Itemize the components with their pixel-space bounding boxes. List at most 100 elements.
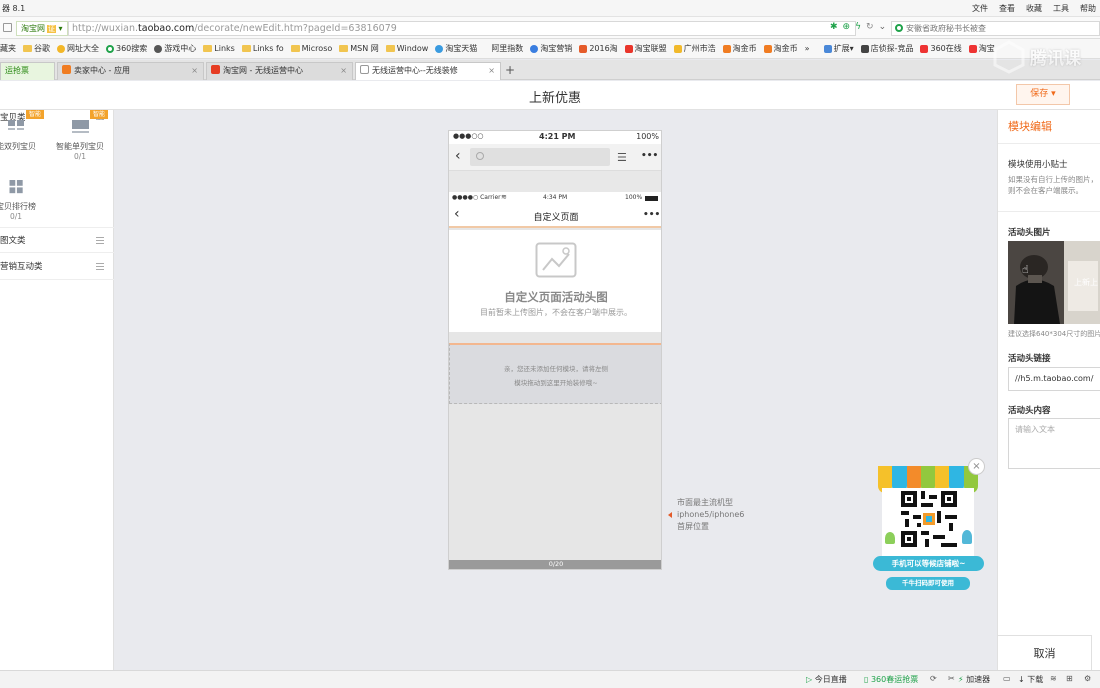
tab-ticket[interactable]: 运抢票 [0,62,55,80]
banner-placeholder[interactable]: 自定义页面活动头图 目前暂未上传图片，不会在客户端中展示。 [449,230,661,332]
site-identity-button[interactable]: 淘宝网证 ▾ [16,21,68,36]
link-input[interactable]: //h5.m.taobao.com/ [1008,367,1100,391]
menu-view[interactable]: 查看 [999,3,1015,14]
wifi-icon[interactable]: ≋ [1050,674,1057,683]
image-size-hint: 建议选择640*304尺寸的图片 [1008,330,1100,338]
folder-icon [385,45,395,52]
category-marketing[interactable]: 营销互动类 [0,254,114,280]
bookmark-item[interactable]: 淘宝营销 [530,43,572,54]
url-input[interactable]: http://wuxian.taobao.com/decorate/newEdi… [68,21,856,36]
back-icon[interactable]: ‹ [455,148,461,164]
module-item-ranking[interactable]: 宝贝排行榜 0/1 [0,170,44,230]
new-tab-button[interactable]: + [503,63,517,77]
bookmark-item[interactable]: 游戏中心 [154,43,196,54]
refresh-icon[interactable]: ↻ [866,22,874,32]
window-icon[interactable]: ▭ [1003,674,1011,683]
bookmark-item[interactable]: 广州市浩 [673,43,716,54]
search-input[interactable]: 安徽省政府秘书长被查 [891,21,1100,36]
wifi-icon: ≋ [501,193,507,201]
content-textarea[interactable]: 请输入文本 [1008,418,1100,469]
bookmark-item[interactable]: 淘金币 [722,43,757,54]
bookmark-item[interactable]: 阿里指数 [491,43,523,54]
grid-two-icon [7,120,24,130]
module-drop-zone[interactable]: 亲，您还未添加任何模块，请将左侧 模块拖动到这里开始装修哦~ [449,343,661,404]
more-icon[interactable]: ••• [641,151,658,161]
page-icon [360,65,369,74]
more-icon[interactable]: ••• [643,210,660,220]
settings-icon[interactable]: ⚙ [1084,674,1091,683]
search-engine-icon [895,24,903,32]
bookmark-item[interactable]: Window [385,44,428,53]
site-icon [722,44,731,53]
status-ticket[interactable]: ▯ 360春运抢票 [864,674,918,685]
site-icon [57,44,65,53]
cancel-button[interactable]: 取消 [998,635,1092,670]
shield-icon[interactable]: ⊕ [843,22,851,32]
qr-code-icon [901,491,957,547]
bookmark-item[interactable]: 淘宝联盟 [624,43,667,54]
bookmark-item[interactable]: 淘宝天猫 [435,43,477,54]
tab-seller-center[interactable]: 卖家中心 - 应用 × [57,62,204,80]
bookmark-item[interactable]: Microso [290,44,332,53]
module-counter: 0/20 [449,560,661,569]
screenshot-icon[interactable]: ✂ [948,674,955,683]
bookmark-label: 广州市浩 [683,44,716,53]
banner-image-preview[interactable]: 上新上 ☝ [1008,241,1100,324]
status-accelerator[interactable]: ⚡ 加速器 [958,674,990,685]
bookmark-item[interactable]: 2016淘 [579,43,618,54]
status-battery: 100% [636,132,659,141]
folder-icon [23,45,32,52]
security-icon[interactable]: ✱ [830,22,838,32]
tab-bar: 运抢票 卖家中心 - 应用 × 淘宝网 - 无线运营中心 × 无线运营中心--无线装… [0,60,1100,80]
module-smart-single-list[interactable]: 智能版 智能单列宝贝 0/1 [52,110,108,170]
bookmark-item[interactable]: 店侦探-竞品 [860,43,913,54]
close-icon[interactable]: × [191,63,198,79]
tab-wireless-decorate[interactable]: 无线运营中心--无线装修 × [355,62,501,80]
close-icon[interactable]: × [340,63,347,79]
menu-file[interactable]: 文件 [972,3,988,14]
phone-search-box[interactable] [470,148,610,166]
qr-promo-widget: 手机可以等候店铺啦~ 千牛扫码即可使用 × [871,458,986,595]
list-icon[interactable]: ☰ [617,151,627,164]
save-button[interactable]: 保存 ▾ [1016,84,1070,105]
bookmark-label: 网址大全 [67,44,99,53]
bookmark-label: 游戏中心 [164,44,197,53]
close-icon[interactable]: × [968,458,985,475]
site-icon [920,44,929,53]
bookmark-item[interactable]: 360在线 [920,43,962,54]
tree-icon [885,532,895,544]
status-download[interactable]: ↓ 下载 [1018,674,1043,685]
watermark-text: 腾讯课 [1030,49,1081,69]
folder-icon [241,45,251,52]
site-icon [624,44,633,53]
status-live[interactable]: ▷ 今日直播 [806,674,847,685]
bookmark-overflow[interactable]: » [805,44,810,53]
cursor-hand-icon: ☝ [1022,263,1029,276]
url-prefix: http://wuxian. [72,23,139,34]
lightning-icon[interactable]: ϟ [855,22,861,32]
tab-wireless-ops[interactable]: 淘宝网 - 无线运营中心 × [206,62,353,80]
bookmark-item[interactable]: 谷歌 [23,43,50,54]
grid-icon[interactable]: ⊞ [1066,674,1073,683]
category-label: 图文类 [0,236,26,246]
menu-favorites[interactable]: 收藏 [1026,3,1042,14]
drag-handle-icon[interactable] [96,237,104,244]
bookmark-item[interactable]: Links fo [241,44,284,53]
bookmark-favorites[interactable]: 藏夹 [0,43,16,54]
close-icon[interactable]: × [488,63,495,79]
drag-handle-icon[interactable] [96,263,104,270]
bookmark-item[interactable]: 淘金币 [763,43,798,54]
bookmark-item[interactable]: MSN 网 [339,43,379,54]
verified-badge: 证 [47,25,56,33]
module-smart-double-list[interactable]: 智能版 能双列宝贝 [0,110,44,170]
bookmark-item[interactable]: Links [203,44,235,53]
bookmark-item[interactable]: 网址大全 [57,43,99,54]
download-sync-icon[interactable]: ⟳ [930,674,937,683]
bookmark-item[interactable]: 360搜索 [106,43,147,54]
category-image-text[interactable]: 图文类 [0,227,114,253]
menu-tools[interactable]: 工具 [1053,3,1069,14]
menu-help[interactable]: 帮助 [1080,3,1096,14]
bookmark-item[interactable]: 扩展 ▾ [823,43,854,54]
site-icon [673,44,682,53]
chevron-down-icon[interactable]: ⌄ [879,22,887,32]
